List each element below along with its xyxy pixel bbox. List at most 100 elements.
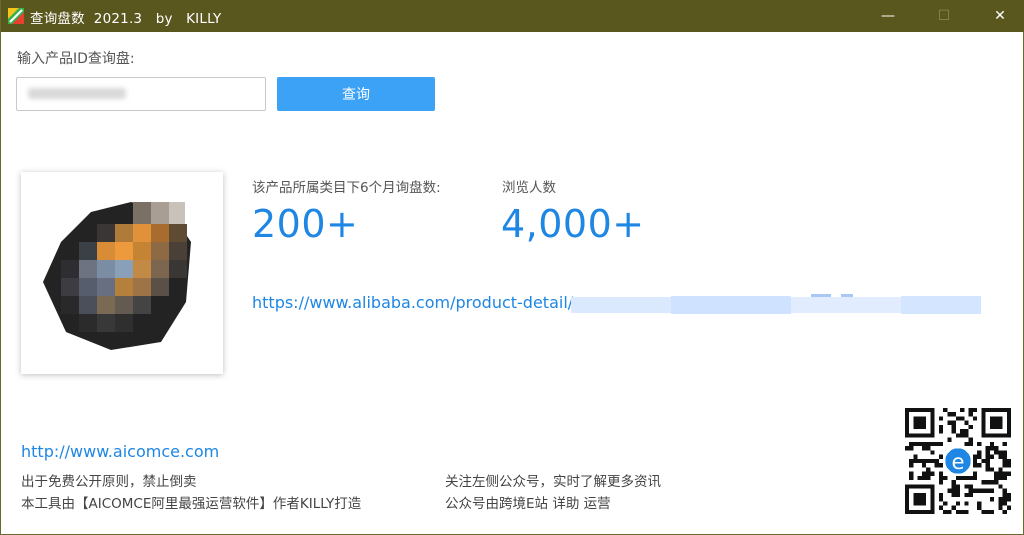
qr-module [968,412,973,417]
minimize-button[interactable]: — [865,0,911,32]
qr-module [989,433,995,438]
qr-module [989,424,995,430]
qr-module [968,492,973,498]
qr-module [921,492,927,498]
qr-module [947,488,952,493]
qr-module [917,501,922,506]
qr-module [989,488,995,493]
qr-module [1002,450,1007,455]
qr-module [951,480,956,485]
qr-module [960,408,965,413]
app-window: 查询盘数 2021.3 by KILLY — ☐ ✕ 输入产品ID查询盘: 查询 [0,0,1024,535]
site-link[interactable]: http://www.aicomce.com [21,442,219,461]
qr-module [1002,501,1007,506]
qr-module [1002,488,1007,493]
qr-module [985,408,990,413]
qr-module [930,429,935,434]
qr-module [998,505,1003,510]
qr-module [981,408,986,413]
qr-module [981,412,986,417]
qr-module [989,454,995,459]
qr-module [960,475,965,481]
qr-module [955,475,961,481]
qr-module [913,424,918,430]
qr-module [989,480,995,485]
qr-module [977,463,982,468]
qr-module [930,488,935,493]
qr-module [968,408,973,413]
product-url-link[interactable]: https://www.alibaba.com/product-detail/ [252,293,573,312]
qr-module [1002,492,1007,498]
qr-module [943,509,948,514]
qr-module [917,475,922,481]
qr-module [981,509,986,514]
qr-module [909,458,914,464]
qr-module [989,467,995,472]
qr-module [921,497,927,502]
qr-module [917,492,922,498]
footer-follow-line2: 公众号由跨境E站 详助 运营 [445,496,611,512]
qr-module [985,458,990,464]
title-bar[interactable]: 查询盘数 2021.3 by KILLY — ☐ ✕ [1,0,1024,32]
query-button[interactable]: 查询 [277,77,435,111]
qr-module [1006,463,1011,468]
qr-module [905,424,910,430]
close-button[interactable]: ✕ [977,0,1023,32]
qr-module [930,450,935,455]
qr-module [964,441,969,447]
qr-module [926,433,931,438]
views-count-label: 浏览人数 [502,180,556,196]
qr-module [913,501,918,506]
qr-module [905,446,910,451]
qr-module [998,454,1003,459]
qr-module [968,484,973,489]
qr-module [921,408,927,413]
qr-module [972,454,978,459]
qr-module [926,467,931,472]
qr-module [930,497,935,502]
product-image [21,172,223,374]
qr-module [943,501,948,506]
qr-module [955,484,961,489]
qr-module [964,429,969,434]
qr-module [998,484,1003,489]
qr-module [921,416,927,421]
qr-module [930,408,935,413]
qr-module [1002,509,1007,514]
qr-module [917,433,922,438]
product-id-prompt: 输入产品ID查询盘: [17,51,135,67]
maximize-button[interactable]: ☐ [921,0,967,32]
qr-module [994,450,999,455]
qr-module [968,424,973,430]
qr-module [905,505,910,510]
qr-module [930,492,935,498]
qr-module [994,475,999,481]
qr-module [994,424,999,430]
qr-module [913,484,918,489]
qr-module [938,424,944,430]
qr-module [972,463,978,468]
qr-module [1002,471,1007,476]
qr-module [938,475,944,481]
qr-module [943,408,948,413]
qr-module [917,497,922,502]
qr-module [998,475,1003,481]
qr-module [977,450,982,455]
qr-module [994,408,999,413]
qr-module [994,420,999,425]
footer-notice-line2: 本工具由【AICOMCE阿里最强运营软件】作者KILLY打造 [21,496,362,512]
qr-module [905,433,910,438]
qr-module [930,412,935,417]
qr-module [998,471,1003,476]
qr-module [1002,433,1007,438]
qr-module [981,458,986,464]
qr-module [921,484,927,489]
qr-module [921,446,927,451]
qr-module [921,433,927,438]
qr-module [964,475,969,481]
qr-module [909,441,914,447]
qr-module [905,416,910,421]
qr-module [947,412,952,417]
qr-module [1006,408,1011,413]
qr-module [1006,505,1011,510]
